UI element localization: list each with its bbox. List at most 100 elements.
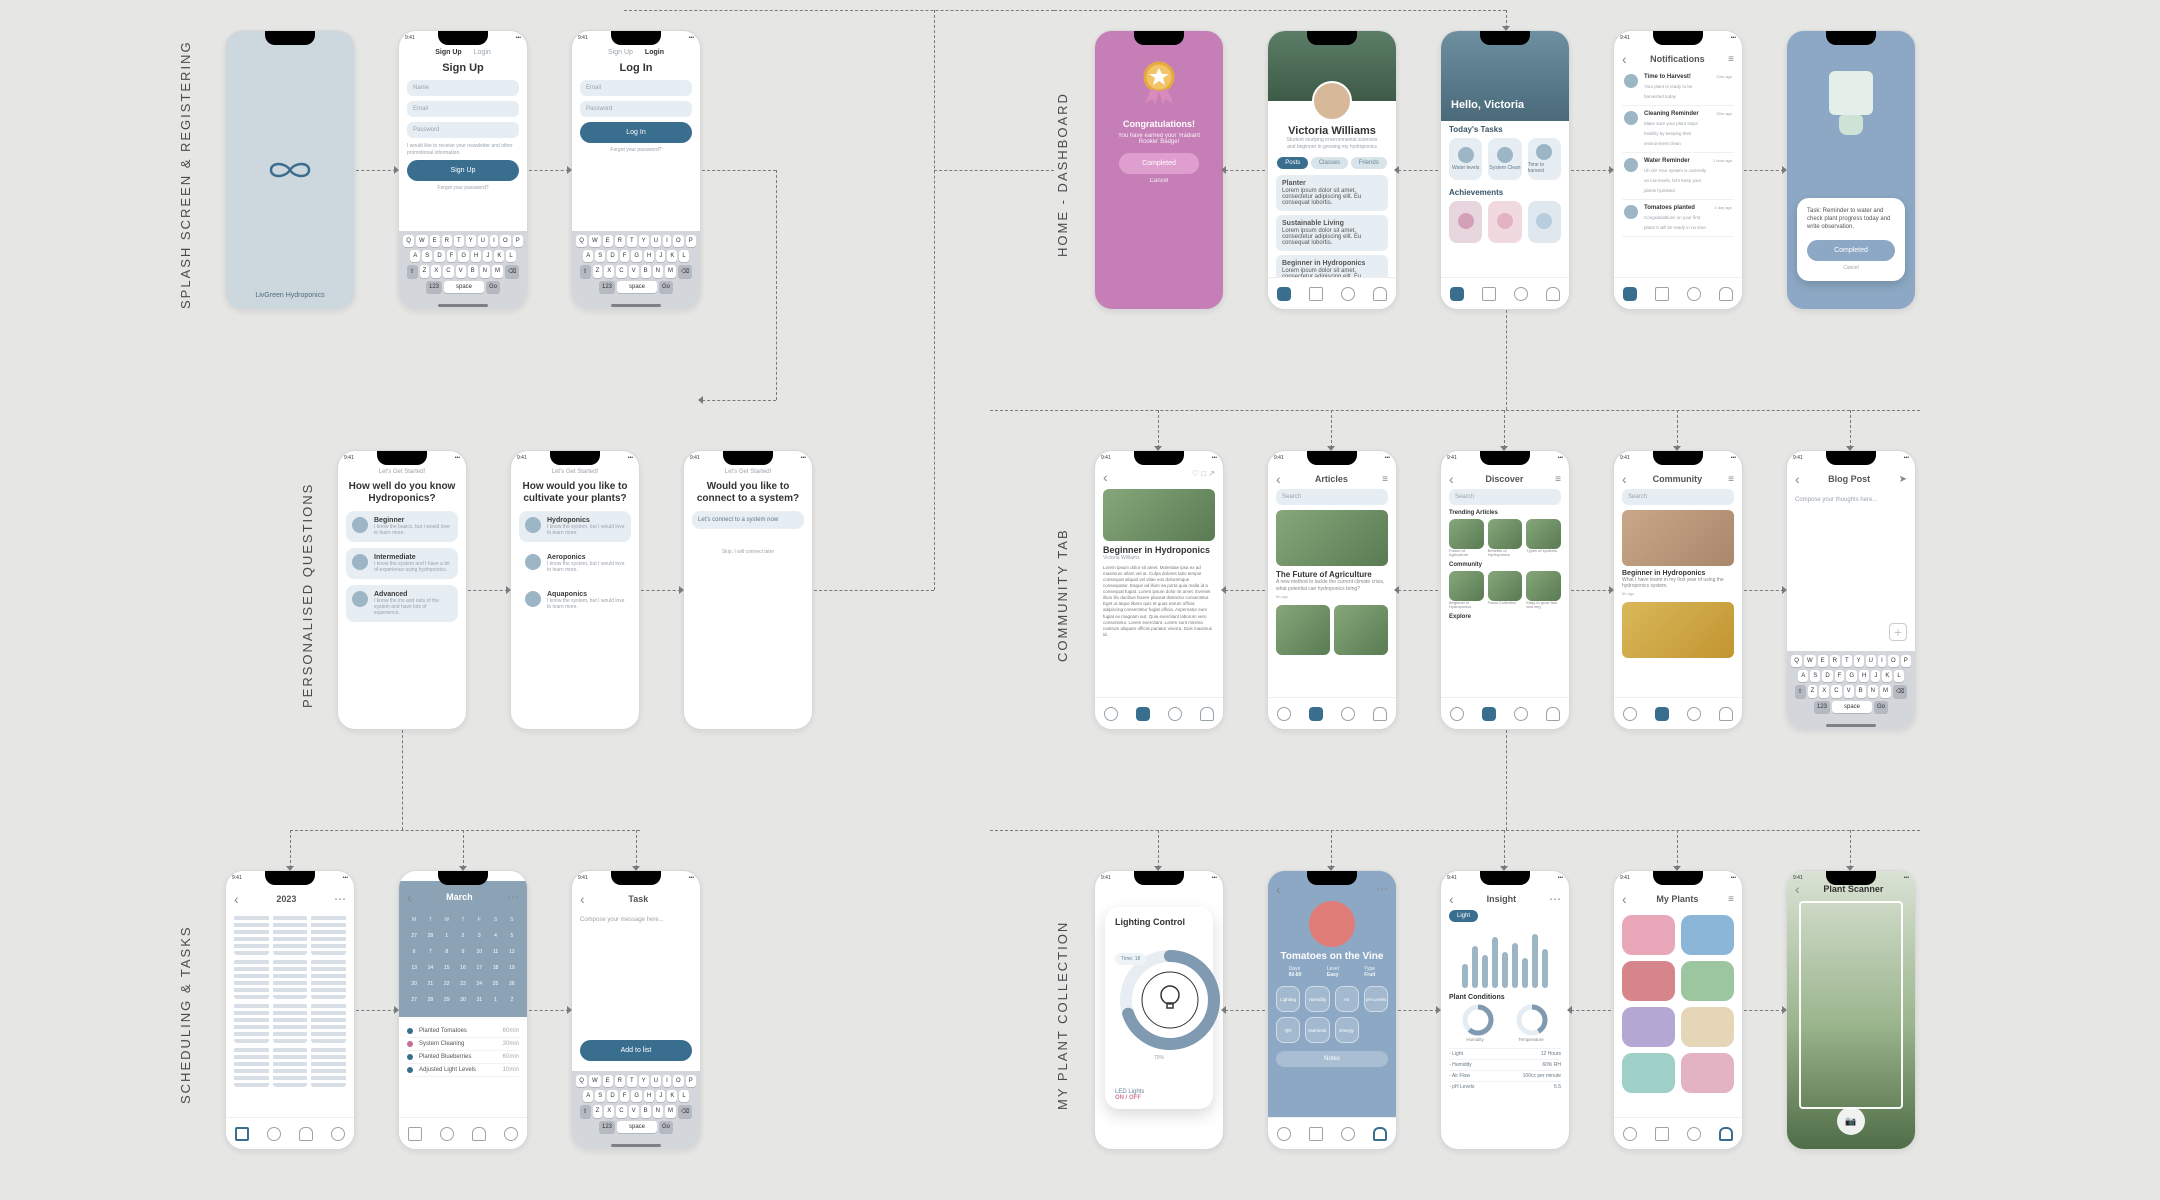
task-tile[interactable]: Water levels bbox=[1449, 138, 1482, 180]
email-field[interactable]: Email bbox=[407, 101, 519, 117]
more-icon[interactable] bbox=[1549, 892, 1561, 906]
nav-icon[interactable] bbox=[440, 1127, 454, 1141]
option-aeroponics[interactable]: AeroponicsI know the system, but I would… bbox=[519, 548, 631, 579]
plant-item[interactable] bbox=[1681, 915, 1734, 955]
bottom-nav[interactable] bbox=[226, 1117, 354, 1149]
add-button[interactable]: Add to list bbox=[580, 1040, 692, 1061]
notification-row[interactable]: Water ReminderUh oh! Your system is curr… bbox=[1622, 153, 1734, 200]
bottom-nav[interactable] bbox=[399, 1117, 527, 1149]
nav-icon[interactable] bbox=[1655, 707, 1669, 721]
nav-icon[interactable] bbox=[1450, 707, 1464, 721]
bottom-nav[interactable] bbox=[1441, 697, 1569, 729]
nav-icon[interactable] bbox=[1719, 707, 1733, 721]
task-tile[interactable]: Time to harvest bbox=[1528, 138, 1561, 180]
category-tile[interactable]: Humidity bbox=[1305, 986, 1329, 1012]
time-chip[interactable]: Time: 18 bbox=[1115, 953, 1146, 965]
article-thumb[interactable] bbox=[1276, 605, 1330, 655]
nav-icon[interactable] bbox=[1136, 707, 1150, 721]
nav-icon[interactable] bbox=[1341, 707, 1355, 721]
category-tile[interactable]: pH Levels bbox=[1364, 986, 1388, 1012]
back-icon[interactable] bbox=[1276, 881, 1281, 897]
post-card[interactable]: Sustainable LivingLorem ipsum dolor sit … bbox=[1276, 215, 1388, 251]
achievement[interactable] bbox=[1528, 201, 1561, 243]
nav-icon[interactable] bbox=[1687, 707, 1701, 721]
event-row[interactable]: System Cleaning30min bbox=[407, 1038, 519, 1051]
nav-icon[interactable] bbox=[1623, 1127, 1637, 1141]
tab-login[interactable]: Login bbox=[645, 49, 664, 56]
discover-card[interactable]: Benefits of Hydroponics bbox=[1488, 519, 1523, 558]
bottom-nav[interactable] bbox=[1095, 697, 1223, 729]
search-input[interactable]: Search bbox=[1276, 489, 1388, 505]
more-icon[interactable] bbox=[507, 890, 519, 904]
filter-icon[interactable] bbox=[1728, 894, 1734, 905]
bottom-nav[interactable] bbox=[1268, 1117, 1396, 1149]
bottom-nav[interactable] bbox=[1268, 277, 1396, 309]
category-tile[interactable]: Air bbox=[1335, 986, 1359, 1012]
discover-card[interactable]: Easy to grow fruit and veg bbox=[1526, 571, 1561, 610]
notification-row[interactable]: Time to Harvest!Your plant is ready to b… bbox=[1622, 69, 1734, 106]
nav-icon[interactable] bbox=[1373, 707, 1387, 721]
nav-icon[interactable] bbox=[1719, 1127, 1733, 1141]
option-beginner[interactable]: BeginnerI know the basics, but I would l… bbox=[346, 511, 458, 542]
nav-icon[interactable] bbox=[1719, 287, 1733, 301]
nav-icon[interactable] bbox=[1546, 707, 1560, 721]
article-thumb[interactable] bbox=[1334, 605, 1388, 655]
nav-home-icon[interactable] bbox=[1623, 287, 1637, 301]
forgot-link[interactable]: Forgot your password? bbox=[407, 185, 519, 191]
send-icon[interactable] bbox=[1899, 474, 1907, 485]
nav-icon[interactable] bbox=[1482, 287, 1496, 301]
notes-button[interactable]: Notes bbox=[1276, 1051, 1388, 1067]
cancel-link[interactable]: Cancel bbox=[1103, 178, 1215, 184]
compose-area[interactable]: Compose your thoughts here... bbox=[1795, 497, 1907, 503]
search-input[interactable]: Search bbox=[1622, 489, 1734, 505]
filter-icon[interactable] bbox=[1382, 474, 1388, 485]
nav-icon[interactable] bbox=[1482, 707, 1496, 721]
achievement[interactable] bbox=[1449, 201, 1482, 243]
category-tile[interactable]: Nutrients bbox=[1305, 1017, 1329, 1043]
connect-option[interactable]: Let's connect to a system now bbox=[692, 511, 804, 529]
bottom-nav[interactable] bbox=[1614, 1117, 1742, 1149]
nav-icon[interactable] bbox=[1277, 707, 1291, 721]
nav-icon[interactable] bbox=[267, 1127, 281, 1141]
nav-home-icon[interactable] bbox=[1277, 287, 1291, 301]
plant-item[interactable] bbox=[1622, 1007, 1675, 1047]
bottom-nav[interactable] bbox=[1614, 697, 1742, 729]
completed-button[interactable]: Completed bbox=[1119, 153, 1199, 174]
plant-item[interactable] bbox=[1622, 961, 1675, 1001]
tab-signup[interactable]: Sign Up bbox=[435, 49, 461, 56]
signup-button[interactable]: Sign Up bbox=[407, 160, 519, 181]
nav-home-icon[interactable] bbox=[1450, 287, 1464, 301]
nav-icon[interactable] bbox=[1341, 287, 1355, 301]
nav-icon[interactable] bbox=[1168, 707, 1182, 721]
tab-signup[interactable]: Sign Up bbox=[608, 49, 633, 56]
nav-icon[interactable] bbox=[1687, 287, 1701, 301]
nav-icon[interactable] bbox=[1309, 707, 1323, 721]
nav-icon[interactable] bbox=[408, 1127, 422, 1141]
event-row[interactable]: Adjusted Light Levels10min bbox=[407, 1064, 519, 1077]
nav-icon[interactable] bbox=[1514, 707, 1528, 721]
capture-button[interactable]: 📷 bbox=[1837, 1107, 1865, 1135]
keyboard[interactable]: QWERTYUIOPASDFGHJKL⇧ZXCVBNM⌫123spaceGo bbox=[572, 231, 700, 309]
featured-image[interactable] bbox=[1276, 510, 1388, 566]
plant-item[interactable] bbox=[1681, 1053, 1734, 1093]
tab-login[interactable]: Login bbox=[474, 49, 491, 56]
post-image[interactable] bbox=[1622, 510, 1734, 566]
plant-item[interactable] bbox=[1622, 1053, 1675, 1093]
forgot-link[interactable]: Forgot your password? bbox=[580, 147, 692, 153]
filter-icon[interactable] bbox=[1555, 474, 1561, 485]
plant-item[interactable] bbox=[1681, 1007, 1734, 1047]
login-button[interactable]: Log In bbox=[580, 122, 692, 143]
nav-icon[interactable] bbox=[1655, 287, 1669, 301]
tab-classes[interactable]: Classes bbox=[1311, 157, 1348, 169]
notification-row[interactable]: Cleaning ReminderMake sure your plant st… bbox=[1622, 106, 1734, 153]
nav-icon[interactable] bbox=[1623, 707, 1637, 721]
nav-icon[interactable] bbox=[504, 1127, 518, 1141]
more-icon[interactable] bbox=[1376, 882, 1388, 896]
event-row[interactable]: Planted Blueberries60min bbox=[407, 1051, 519, 1064]
avatar[interactable] bbox=[1312, 81, 1352, 121]
more-icon[interactable] bbox=[334, 892, 346, 906]
category-tile[interactable]: Energy bbox=[1335, 1017, 1359, 1043]
keyboard[interactable]: QWERTYUIOPASDFGHJKL⇧ZXCVBNM⌫123spaceGo bbox=[572, 1071, 700, 1149]
bottom-nav[interactable] bbox=[1441, 277, 1569, 309]
email-field[interactable]: Email bbox=[580, 80, 692, 96]
